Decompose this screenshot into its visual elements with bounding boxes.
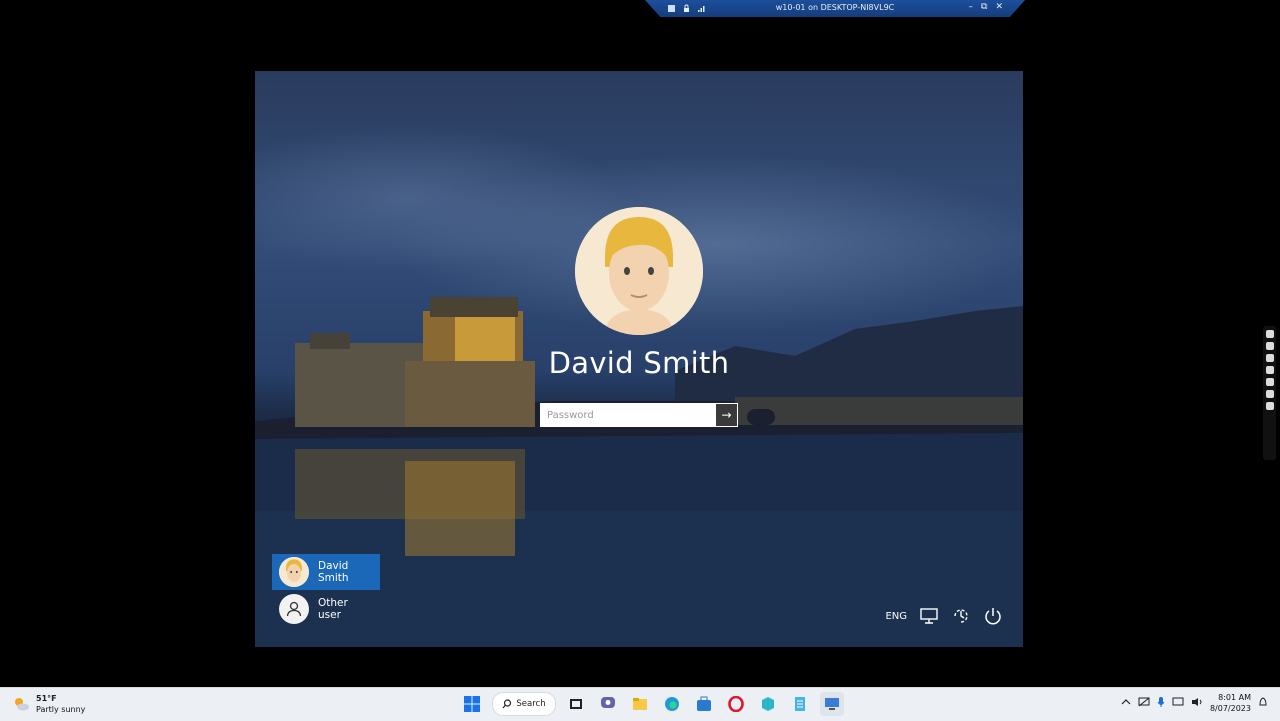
minimize-button[interactable]: – — [969, 2, 974, 12]
accessibility-icon[interactable] — [951, 606, 971, 626]
user-name-title: David Smith — [548, 346, 730, 380]
network-status-icon[interactable] — [1138, 697, 1150, 709]
partly-sunny-icon — [15, 698, 29, 711]
clock-date: 8/07/2023 — [1209, 704, 1251, 713]
start-icon[interactable] — [460, 692, 484, 716]
search-label: Search — [516, 699, 546, 709]
password-form: → — [540, 403, 738, 427]
notification-icon[interactable] — [1258, 696, 1268, 710]
system-tray: 8:01 AM 8/07/2023 — [1121, 692, 1268, 714]
display-icon[interactable] — [1172, 697, 1184, 709]
person-icon — [279, 594, 309, 624]
clock-time: 8:01 AM — [1218, 693, 1251, 702]
password-input[interactable] — [540, 403, 715, 427]
restore-button[interactable]: ⧉ — [981, 2, 987, 12]
store-icon[interactable] — [692, 692, 716, 716]
file-explorer-icon[interactable] — [628, 692, 652, 716]
remote-desktop-icon[interactable] — [820, 692, 844, 716]
screen-icon[interactable] — [1265, 390, 1274, 398]
webcam-icon[interactable] — [1265, 378, 1274, 386]
submit-arrow-button[interactable]: → — [715, 403, 738, 427]
opera-icon[interactable] — [724, 692, 748, 716]
camera-icon[interactable] — [1265, 330, 1274, 338]
search-icon — [502, 699, 512, 709]
user-avatar-large — [575, 207, 703, 335]
connection-bar[interactable]: w10-01 on DESKTOP-NI8VL9C – ⧉ ✕ — [645, 0, 1025, 17]
language-indicator[interactable]: ENG — [885, 611, 907, 622]
taskbar-apps: Search — [460, 692, 844, 716]
microphone-icon[interactable] — [1157, 696, 1165, 710]
user-tile-david-smith[interactable]: David Smith — [272, 554, 380, 590]
user-tile-other-user[interactable]: Other user — [272, 591, 380, 627]
edge-icon[interactable] — [660, 692, 684, 716]
taskbar: 51°F Partly sunny Search 8:01 AM 8/07/20… — [0, 687, 1280, 721]
weather-description: Partly sunny — [36, 705, 86, 714]
task-view-icon[interactable] — [564, 692, 588, 716]
teams-chat-icon[interactable] — [596, 692, 620, 716]
user-avatar-small — [279, 557, 309, 587]
lock-screen: David Smith → David Smith Other user ENG — [255, 71, 1023, 647]
microphone-icon[interactable] — [1265, 354, 1274, 362]
weather-temperature: 51°F — [36, 694, 57, 703]
user-tile-label: Other user — [318, 597, 348, 621]
recorder-toolbar[interactable] — [1263, 326, 1276, 460]
weather-widget[interactable]: 51°F Partly sunny — [12, 693, 85, 715]
taskbar-search[interactable]: Search — [492, 692, 556, 716]
gear-icon[interactable] — [1265, 402, 1274, 410]
chevron-up-icon[interactable] — [1121, 698, 1131, 708]
notepad-icon[interactable] — [788, 692, 812, 716]
user-tile-label: David Smith — [318, 560, 349, 584]
volume-icon[interactable] — [1191, 697, 1203, 709]
network-icon[interactable] — [919, 606, 939, 626]
lock-system-icons: ENG — [885, 606, 1003, 626]
close-button[interactable]: ✕ — [995, 2, 1003, 12]
clock[interactable]: 8:01 AM 8/07/2023 — [1210, 692, 1251, 714]
record-icon[interactable] — [1265, 342, 1274, 350]
power-icon[interactable] — [983, 606, 1003, 626]
app-icon[interactable] — [756, 692, 780, 716]
speaker-icon[interactable] — [1265, 366, 1274, 374]
